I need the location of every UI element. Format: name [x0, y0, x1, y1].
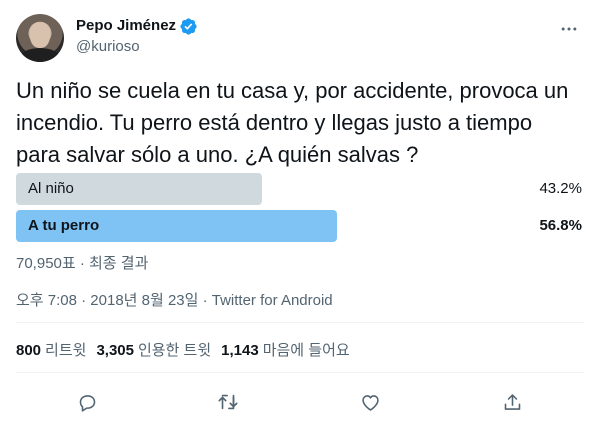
stat-number: 1,143 — [221, 342, 259, 359]
retweet-count[interactable]: 800 리트윗 — [16, 339, 86, 360]
tweet-actions — [16, 385, 584, 419]
poll-option-label: Al niño — [28, 180, 74, 197]
retweet-icon[interactable] — [213, 387, 243, 417]
stat-label: 인용한 트윗 — [137, 342, 212, 359]
poll-option-percent: 56.8% — [539, 217, 582, 234]
poll-option-label: A tu perro — [28, 217, 100, 234]
poll-option: Al niño 43.2% — [16, 173, 584, 205]
tweet-stats: 800 리트윗 3,305 인용한 트윗 1,143 마음에 들어요 — [16, 339, 350, 360]
share-icon[interactable] — [497, 387, 527, 417]
name-row: Pepo Jiménez — [76, 16, 198, 36]
stat-number: 3,305 — [96, 342, 134, 359]
tweet-timestamp[interactable]: 오후 7:08 · 2018년 8월 23일 · Twitter for And… — [16, 289, 333, 310]
avatar-shirt — [20, 48, 60, 62]
poll: Al niño 43.2% A tu perro 56.8% — [16, 173, 584, 247]
more-horizontal-icon[interactable] — [558, 18, 580, 40]
poll-option-percent: 43.2% — [539, 180, 582, 197]
verified-badge-icon — [179, 17, 198, 36]
divider — [16, 372, 584, 373]
stat-label: 리트윗 — [45, 342, 87, 359]
author-handle[interactable]: @kurioso — [76, 37, 198, 57]
poll-option-winner: A tu perro 56.8% — [16, 210, 584, 242]
author-block[interactable]: Pepo Jiménez @kurioso — [76, 16, 198, 57]
heart-icon[interactable] — [355, 387, 385, 417]
poll-meta: 70,950표 · 최종 결과 — [16, 255, 149, 272]
stat-number: 800 — [16, 342, 42, 359]
like-count[interactable]: 1,143 마음에 들어요 — [221, 339, 350, 360]
avatar[interactable] — [16, 14, 64, 62]
avatar-face — [30, 22, 50, 48]
tweet-header: Pepo Jiménez @kurioso — [16, 12, 584, 64]
reply-icon[interactable] — [72, 387, 102, 417]
display-name[interactable]: Pepo Jiménez — [76, 16, 176, 36]
quote-count[interactable]: 3,305 인용한 트윗 — [96, 339, 211, 360]
tweet-text: Un niño se cuela en tu casa y, por accid… — [16, 78, 569, 167]
stat-label: 마음에 들어요 — [262, 342, 350, 359]
divider — [16, 322, 584, 323]
